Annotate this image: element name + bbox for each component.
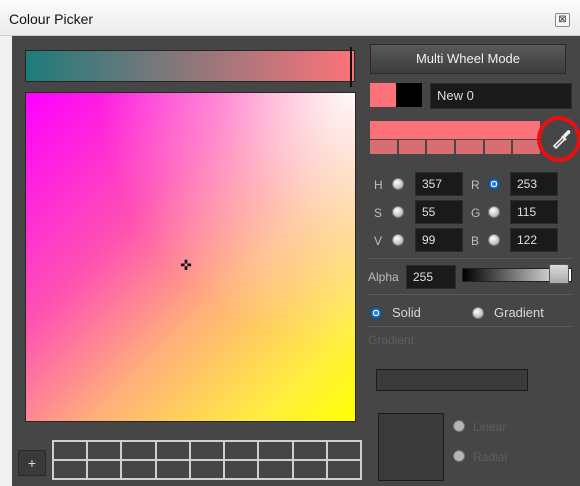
- red-input[interactable]: 253: [510, 172, 558, 196]
- swatch-slot[interactable]: [258, 460, 293, 479]
- divider: [368, 326, 572, 327]
- swatch-slot[interactable]: [155, 460, 190, 479]
- shade-swatch[interactable]: [398, 140, 426, 154]
- hue-radio[interactable]: [392, 178, 404, 190]
- linear-label: Linear: [473, 420, 507, 434]
- shade-swatch[interactable]: [456, 140, 483, 154]
- shade-row: [370, 140, 541, 154]
- solid-label: Solid: [392, 305, 421, 320]
- linear-radio: [453, 420, 465, 432]
- value-label: V: [374, 234, 383, 248]
- radial-label: Radial: [473, 450, 508, 464]
- current-colour-swatch: [370, 83, 396, 107]
- previous-colour-swatch[interactable]: [396, 83, 422, 107]
- hue-input[interactable]: 357: [415, 172, 463, 196]
- green-label: G: [471, 206, 481, 220]
- swatch-slot[interactable]: [53, 441, 88, 460]
- blue-input[interactable]: 122: [510, 228, 558, 252]
- swatch-slot[interactable]: [189, 441, 225, 460]
- saturation-input[interactable]: 55: [415, 200, 463, 224]
- red-label: R: [471, 178, 480, 192]
- saturation-value-square[interactable]: ✜: [25, 92, 356, 422]
- saturation-label: S: [374, 206, 383, 220]
- swatch-slot[interactable]: [292, 441, 327, 460]
- swatch-slot[interactable]: [224, 460, 259, 479]
- shade-swatch[interactable]: [513, 140, 541, 154]
- swatch-slot[interactable]: [189, 460, 225, 479]
- swatch-slot[interactable]: [121, 441, 156, 460]
- close-button[interactable]: ⊠: [555, 13, 570, 27]
- colour-picker-panel: ✜ + Multi Wheel Mode New 0 H 357 S 55 V …: [12, 36, 580, 486]
- hue-marker[interactable]: [350, 47, 352, 87]
- red-radio[interactable]: [488, 178, 500, 190]
- divider: [368, 294, 572, 295]
- title-bar: Colour Picker ⊠: [0, 0, 580, 36]
- swatch-slot[interactable]: [53, 460, 88, 479]
- window-title: Colour Picker: [9, 11, 94, 27]
- value-input[interactable]: 99: [415, 228, 463, 252]
- divider: [368, 258, 572, 259]
- gradient-label: Gradient: [494, 305, 544, 320]
- alpha-slider-thumb[interactable]: [549, 264, 569, 284]
- gradient-radio[interactable]: [472, 307, 484, 319]
- crosshair-icon[interactable]: ✜: [179, 258, 193, 272]
- blue-radio[interactable]: [488, 234, 500, 246]
- swatch-slot[interactable]: [258, 441, 293, 460]
- hue-gradient-bar[interactable]: [25, 47, 355, 87]
- blue-label: B: [471, 234, 480, 248]
- alpha-input[interactable]: 255: [406, 265, 456, 289]
- eyedropper-icon[interactable]: [551, 127, 571, 149]
- multi-wheel-mode-button[interactable]: Multi Wheel Mode: [370, 44, 566, 74]
- shade-swatch[interactable]: [484, 140, 512, 154]
- colour-name-field[interactable]: New 0: [430, 83, 572, 109]
- saturation-radio[interactable]: [392, 206, 404, 218]
- hue-label: H: [374, 178, 383, 192]
- add-swatch-button[interactable]: +: [18, 450, 46, 476]
- swatch-slot[interactable]: [326, 441, 361, 460]
- swatch-slot[interactable]: [87, 460, 122, 479]
- gradient-preview: [378, 413, 444, 481]
- swatch-slot[interactable]: [292, 460, 327, 479]
- swatch-slot[interactable]: [87, 441, 122, 460]
- alpha-label: Alpha: [368, 270, 399, 284]
- swatch-slot[interactable]: [121, 460, 156, 479]
- swatch-slot[interactable]: [326, 460, 361, 479]
- value-radio[interactable]: [392, 234, 404, 246]
- swatch-slot[interactable]: [224, 441, 259, 460]
- radial-radio: [453, 450, 465, 462]
- solid-radio[interactable]: [370, 307, 382, 319]
- green-radio[interactable]: [488, 206, 500, 218]
- shade-swatch[interactable]: [370, 140, 397, 154]
- gradient-bar: [376, 369, 528, 391]
- shade-swatch[interactable]: [427, 140, 455, 154]
- swatch-grid: [52, 440, 362, 480]
- colour-preview-bar: [370, 121, 540, 139]
- swatch-slot[interactable]: [155, 441, 190, 460]
- green-input[interactable]: 115: [510, 200, 558, 224]
- gradient-section-label: Gradient: [368, 333, 415, 347]
